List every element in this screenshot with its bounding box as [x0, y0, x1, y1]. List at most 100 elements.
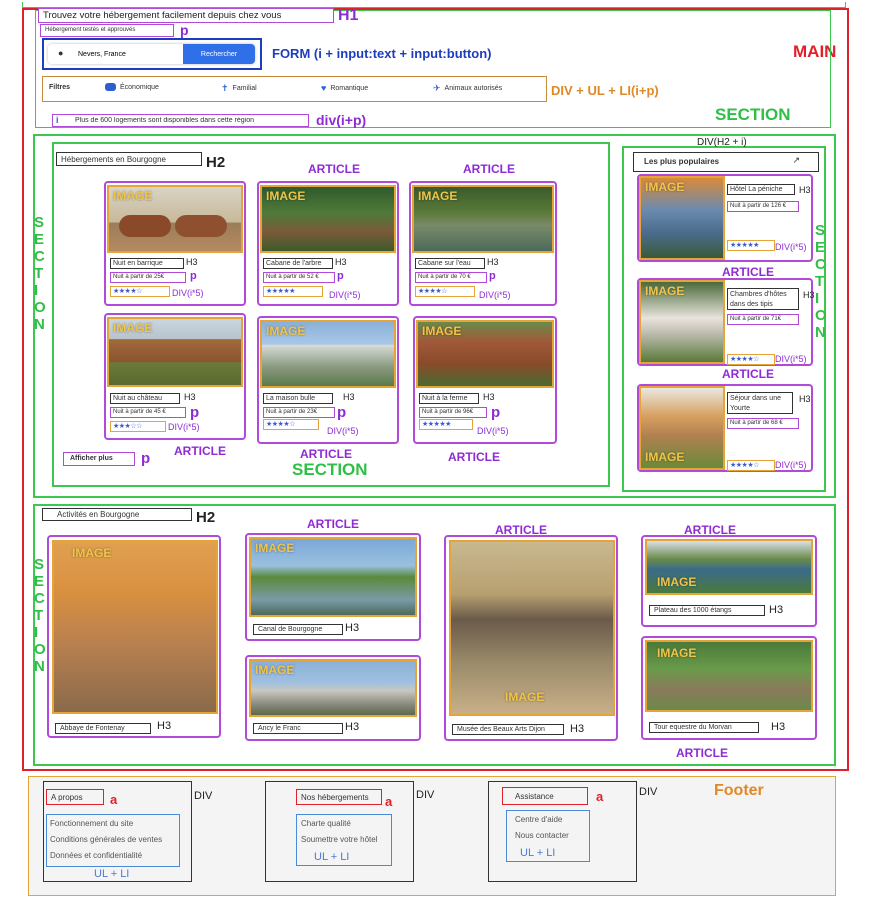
activity-card[interactable]: IMAGE Canal de Bourgogne H3 — [245, 533, 421, 641]
footer-link[interactable]: Centre d'aide — [515, 812, 581, 828]
stay-image: IMAGE — [416, 320, 554, 388]
stars-tag: DIV(i*5) — [172, 288, 204, 298]
footer-link[interactable]: Conditions générales de ventes — [50, 832, 176, 848]
activity-image: IMAGE — [52, 540, 218, 714]
heart-icon: ♥ — [321, 83, 327, 93]
stars-tag: DIV(i*5) — [327, 426, 359, 436]
h3-tag: H3 — [487, 257, 499, 267]
barrel-shape — [175, 215, 227, 237]
stars-tag: DIV(i*5) — [168, 422, 200, 432]
filter-romantic-label: Romantique — [330, 84, 369, 92]
popular-card[interactable]: IMAGE Séjour dans une Yourte H3 Nuit à p… — [637, 384, 813, 472]
activity-card[interactable]: IMAGE Ancy le Franc H3 — [245, 655, 421, 741]
footer-links: Fonctionnement du site Conditions généra… — [46, 814, 180, 867]
activity-card[interactable]: IMAGE Plateau des 1000 étangs H3 — [641, 535, 817, 627]
h3-tag: H3 — [799, 185, 811, 195]
h3-tag: H3 — [345, 721, 360, 733]
subtitle-text: Hébergement testés et approuvés — [45, 27, 136, 33]
ul-li-tag: UL + LI — [94, 868, 130, 880]
activity-name: Canal de Bourgogne — [253, 624, 343, 635]
footer-link[interactable]: Fonctionnement du site — [50, 816, 176, 832]
filter-budget[interactable]: Économique — [105, 83, 159, 91]
subtitle: Hébergement testés et approuvés — [40, 24, 174, 37]
popular-card[interactable]: IMAGE Hôtel La péniche H3 Nuit à partir … — [637, 174, 813, 262]
stay-card[interactable]: IMAGE Nuit au château H3 Nuit à partir d… — [104, 313, 246, 440]
footer-column-title[interactable]: A propos — [46, 789, 104, 805]
activity-name: Abbaye de Fontenay — [55, 723, 151, 734]
show-more-button[interactable]: Afficher plus — [63, 452, 135, 466]
show-more-tag: p — [141, 450, 151, 467]
footer-column-title-text: A propos — [51, 793, 83, 802]
popular-name: Séjour dans une Yourte — [727, 392, 793, 414]
stays-h2-tag: H2 — [206, 154, 226, 171]
activity-image: IMAGE — [645, 640, 813, 712]
article-label-4: ARTICLE — [300, 447, 352, 461]
activity-name: Plateau des 1000 étangs — [649, 605, 765, 616]
activities-title: Activités en Bourgogne — [42, 508, 192, 521]
filter-pets[interactable]: ✈ Animaux autorisés — [433, 83, 502, 94]
stay-price: Nuit à partir de 52 € — [263, 272, 335, 283]
filter-budget-label: Économique — [120, 83, 159, 91]
h3-tag: H3 — [771, 721, 786, 733]
footer-link[interactable]: Données et confidentialité — [50, 848, 176, 864]
image-tag: IMAGE — [255, 541, 295, 555]
stay-name: Cabane sur l'eau — [415, 258, 485, 269]
stars-tag: DIV(i*5) — [477, 426, 509, 436]
image-tag: IMAGE — [266, 189, 306, 203]
div-tag: DIV — [194, 790, 213, 802]
stay-name: Nuit à la ferme — [419, 393, 479, 404]
popular-image: IMAGE — [639, 386, 725, 470]
article-label-7: ARTICLE — [722, 367, 774, 381]
stay-stars: ★★★★☆ — [415, 286, 475, 297]
p-tag: p — [190, 404, 200, 421]
activity-image: IMAGE — [249, 659, 417, 717]
activity-card[interactable]: IMAGE Abbaye de Fontenay H3 — [47, 535, 221, 738]
filters-bar: Filtres Économique ✝ Familial ♥ Romantique… — [42, 76, 547, 102]
activity-card[interactable]: IMAGE Tour equestre du Morvan H3 — [641, 636, 817, 740]
footer-link[interactable]: Charte qualité — [301, 816, 387, 832]
stay-stars: ★★★★★ — [263, 286, 323, 297]
image-tag: IMAGE — [255, 663, 295, 677]
barrel-shape — [119, 215, 171, 237]
article-label-5: ARTICLE — [448, 450, 500, 464]
activity-card[interactable]: IMAGE Musée des Beaux Arts Dijon H3 — [444, 535, 618, 741]
stay-name: Cabane de l'arbre — [263, 258, 333, 269]
stay-price: Nuit à partir de 25€ — [110, 272, 186, 283]
popular-card[interactable]: IMAGE Chambres d'hôtes dans des tipis H3… — [637, 278, 815, 366]
h3-tag: H3 — [345, 622, 360, 634]
stay-stars: ★★★★★ — [419, 419, 473, 430]
image-tag: IMAGE — [657, 646, 697, 660]
stay-price: Nuit à partir de 23€ — [263, 407, 335, 418]
search-button[interactable]: Rechercher — [183, 44, 255, 64]
stars-tag: DIV(i*5) — [775, 460, 807, 470]
footer-column-title[interactable]: Assistance — [502, 787, 588, 805]
article-label-11: ARTICLE — [676, 746, 728, 760]
filter-romantic[interactable]: ♥ Romantique — [321, 83, 368, 93]
activities-h2-tag: H2 — [196, 509, 216, 526]
h3-tag: H3 — [335, 257, 347, 267]
filter-family[interactable]: ✝ Familial — [221, 83, 257, 94]
footer-column-title-text: Nos hébergements — [301, 793, 369, 802]
location-input[interactable] — [76, 47, 180, 61]
stay-card[interactable]: IMAGE Cabane de l'arbre H3 Nuit à partir… — [257, 181, 399, 306]
stay-stars: ★★★★☆ — [263, 419, 319, 430]
stay-card[interactable]: IMAGE Cabane sur l'eau H3 Nuit à partir … — [409, 181, 557, 306]
h3-tag: H3 — [186, 257, 198, 267]
stay-card[interactable]: IMAGE La maison bulle H3 Nuit à partir d… — [257, 316, 399, 444]
stars-tag: DIV(i*5) — [329, 290, 361, 300]
image-tag: IMAGE — [418, 189, 458, 203]
article-label-3: ARTICLE — [174, 444, 226, 458]
stay-card[interactable]: IMAGE Nuit en barrique H3 Nuit à partir … — [104, 181, 246, 306]
h3-tag: H3 — [184, 392, 196, 402]
stay-name: Nuit en barrique — [110, 258, 184, 269]
stay-price: Nuit à partir de 45 € — [110, 407, 186, 418]
activities-title-text: Activités en Bourgogne — [57, 510, 140, 519]
footer-link[interactable]: Soumettre votre hôtel — [301, 832, 387, 848]
footer-column-title[interactable]: Nos hébergements — [296, 789, 382, 805]
vertical-section-label-1: SECTION — [34, 214, 46, 333]
subtitle-tag: p — [180, 22, 189, 38]
stay-card[interactable]: IMAGE Nuit à la ferme H3 Nuit à partir d… — [413, 316, 557, 444]
stay-image: IMAGE — [260, 185, 396, 253]
footer-link[interactable]: Nous contacter — [515, 828, 581, 844]
div-tag: DIV — [416, 789, 435, 801]
